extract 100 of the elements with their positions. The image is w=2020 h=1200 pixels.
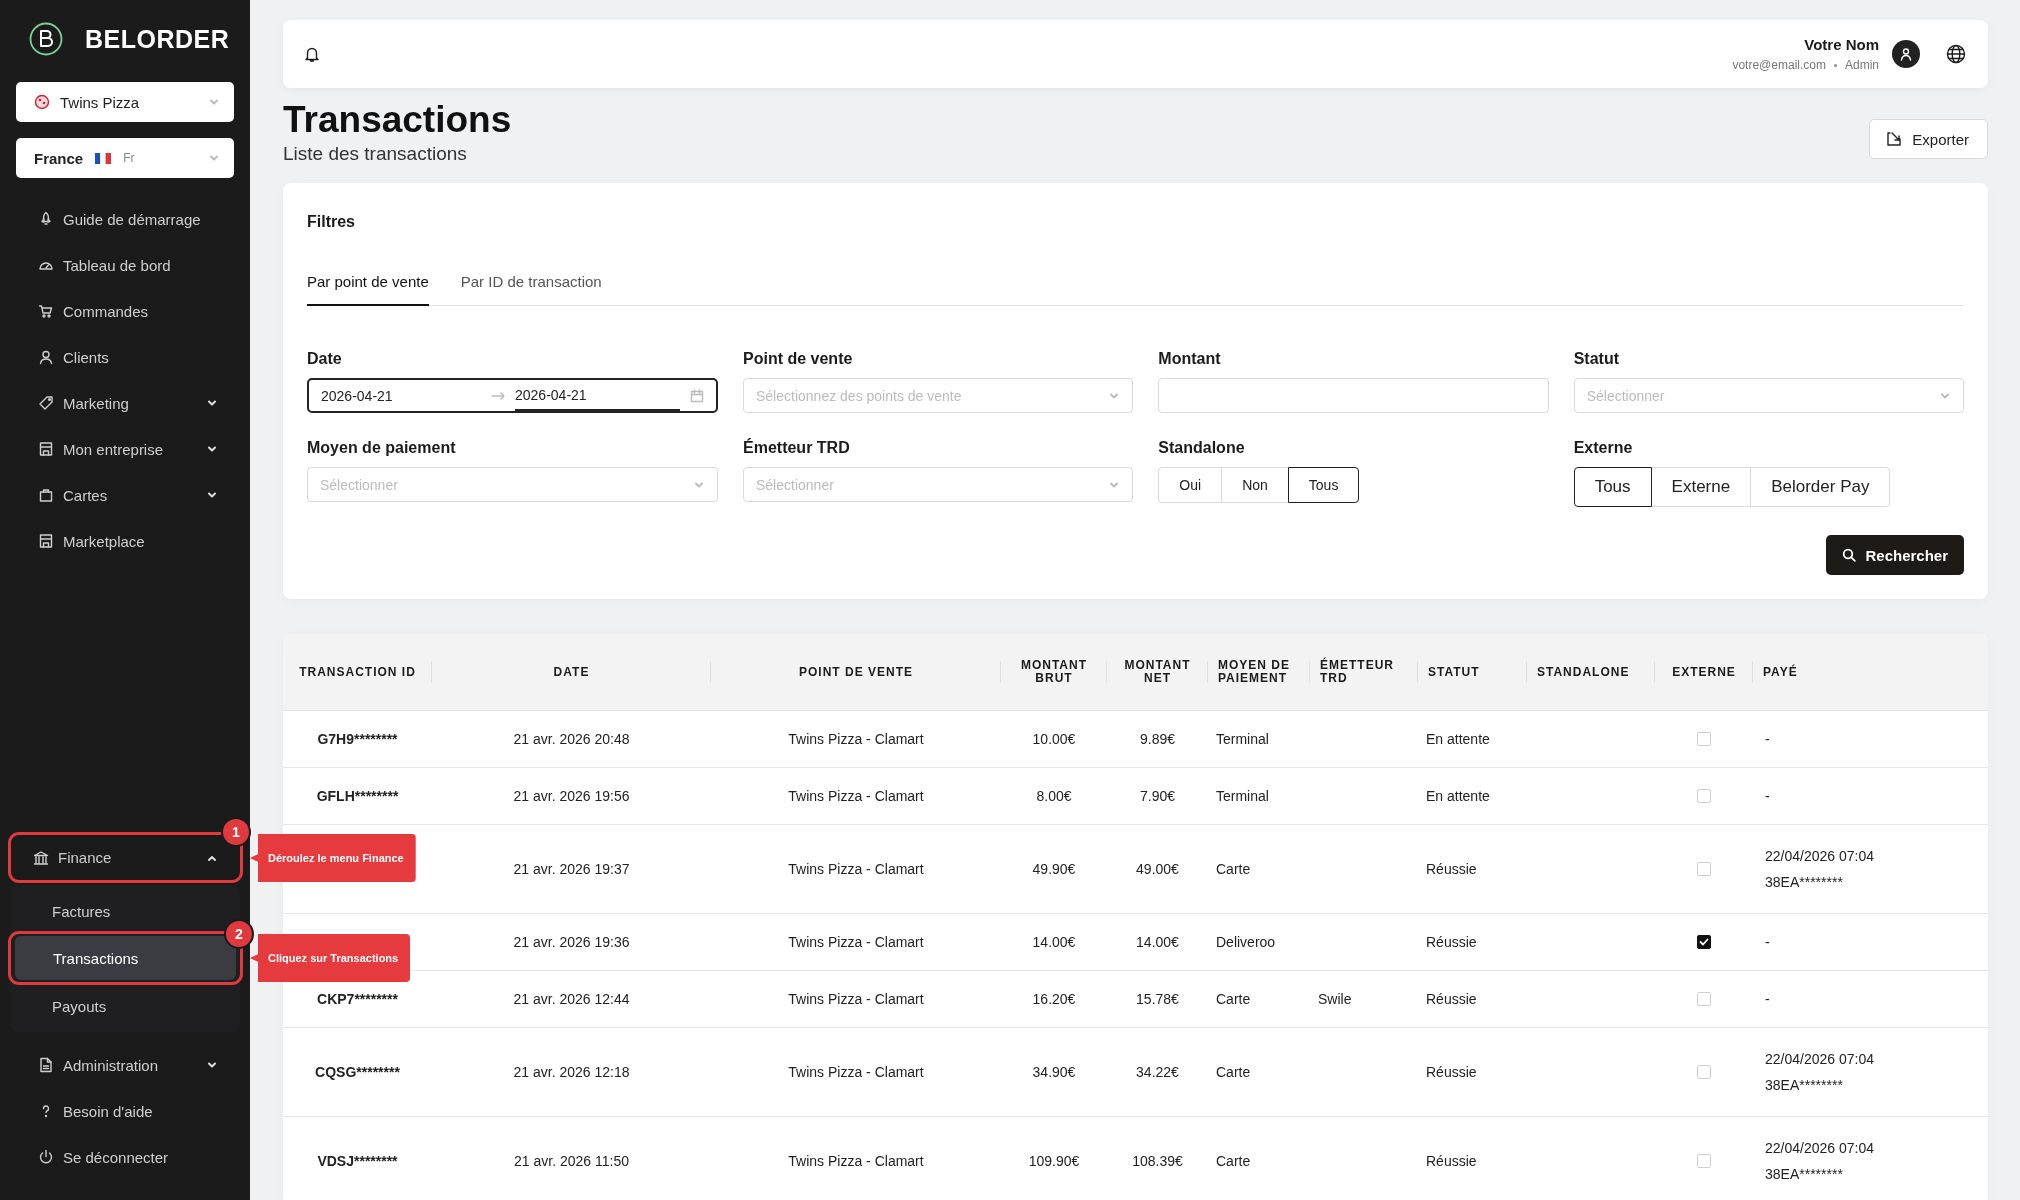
segment-option[interactable]: Externe bbox=[1650, 467, 1752, 507]
nav-item[interactable]: Marketing bbox=[0, 380, 250, 426]
nav-item[interactable]: Cartes bbox=[0, 472, 250, 518]
table-cell-text: - bbox=[1765, 787, 1771, 806]
column-header: MONTANT BRUT bbox=[1020, 658, 1088, 685]
field-label: Moyen de paiement bbox=[307, 439, 457, 457]
column-header: MONTANT NET bbox=[1124, 658, 1191, 685]
table-cell: Twins Pizza - Clamart bbox=[788, 731, 924, 747]
field-label: Standalone bbox=[1158, 439, 1246, 457]
search-icon bbox=[1842, 548, 1857, 562]
date-range-field[interactable]: 2026-04-21 2026-04-21 bbox=[307, 378, 718, 413]
globe-icon[interactable] bbox=[1946, 44, 1966, 64]
field-label: Émetteur TRD bbox=[743, 439, 851, 457]
user-icon bbox=[1899, 47, 1913, 61]
flag-icon bbox=[95, 152, 112, 164]
table-cell: Twins Pizza - Clamart bbox=[788, 861, 924, 877]
filter-tab[interactable]: Par ID de transaction bbox=[460, 273, 602, 306]
nav-item[interactable]: Mon entreprise bbox=[0, 426, 250, 472]
column-header: MOYEN DE PAIEMENT bbox=[1218, 658, 1290, 685]
field-label: Externe bbox=[1573, 439, 1634, 457]
page-subtitle: Liste des transactions bbox=[283, 143, 468, 165]
rocket-icon bbox=[38, 211, 54, 227]
table-cell-text: 38EA******** bbox=[1765, 1165, 1844, 1184]
nav-item[interactable]: Besoin d'aide bbox=[0, 1088, 250, 1134]
table-cell-text: 22/04/2026 07:04 bbox=[1765, 847, 1875, 866]
table-cell: 109.90€ bbox=[1028, 1153, 1080, 1169]
table-cell-text: - bbox=[1765, 990, 1771, 1009]
nav-item[interactable]: Marketplace bbox=[0, 518, 250, 564]
table-cell: Carte bbox=[1216, 1153, 1251, 1169]
table-cell: Twins Pizza - Clamart bbox=[788, 934, 924, 950]
table-cell: Twins Pizza - Clamart bbox=[788, 991, 924, 1007]
column-header: POINT DE VENTE bbox=[799, 664, 913, 679]
column-header: STATUT bbox=[1428, 664, 1480, 679]
table-cell: 21 avr. 2026 12:44 bbox=[513, 991, 630, 1007]
table-cell: 14.00€ bbox=[1136, 934, 1179, 950]
table-cell: Réussie bbox=[1426, 991, 1477, 1007]
table-cell: 34.90€ bbox=[1032, 1064, 1076, 1080]
table-cell: CKP7******** bbox=[317, 991, 398, 1007]
table-cell: 49.90€ bbox=[1032, 861, 1076, 877]
arrow-right-icon bbox=[491, 390, 505, 401]
tag-icon bbox=[38, 395, 54, 411]
nav-item[interactable]: Tableau de bord bbox=[0, 242, 250, 288]
bag-icon bbox=[38, 487, 54, 503]
field-label: Montant bbox=[1158, 350, 1222, 368]
document-icon bbox=[38, 1057, 54, 1073]
export-button[interactable]: Exporter bbox=[1869, 119, 1988, 159]
filter-tab[interactable]: Par point de vente bbox=[307, 273, 429, 306]
search-button[interactable]: Rechercher bbox=[1826, 535, 1964, 575]
table-cell: Carte bbox=[1216, 861, 1251, 877]
table-cell: CQSG******** bbox=[315, 1064, 400, 1080]
table-cell: G7H9******** bbox=[317, 731, 398, 747]
section-title: Filtres bbox=[307, 213, 356, 231]
input-field[interactable] bbox=[1158, 378, 1549, 413]
table-cell: Twins Pizza - Clamart bbox=[788, 1064, 924, 1080]
check-icon bbox=[1699, 937, 1709, 947]
segment-option[interactable]: Oui bbox=[1158, 467, 1223, 503]
column-header: TRANSACTION ID bbox=[299, 664, 416, 679]
table-cell-text: - bbox=[1765, 730, 1771, 749]
calendar-icon bbox=[690, 388, 704, 403]
table-cell: 21 avr. 2026 11:50 bbox=[514, 1153, 629, 1169]
segment-option[interactable]: Tous bbox=[1287, 467, 1360, 503]
column-header: STANDALONE bbox=[1537, 664, 1630, 679]
nav-item[interactable]: Clients bbox=[0, 334, 250, 380]
country-select[interactable]: France Fr bbox=[16, 138, 234, 178]
cart-icon bbox=[38, 303, 54, 319]
bank-icon bbox=[33, 849, 49, 866]
column-header: ÉMETTEUR TRD bbox=[1320, 658, 1394, 685]
pizza-icon bbox=[34, 94, 50, 110]
segment-option[interactable]: Belorder Pay bbox=[1750, 467, 1891, 507]
table-cell: Terminal bbox=[1216, 731, 1269, 747]
table-cell: 8.00€ bbox=[1036, 788, 1072, 804]
nav-item[interactable]: Se déconnecter bbox=[0, 1134, 250, 1180]
table-cell: 16.20€ bbox=[1032, 991, 1076, 1007]
power-icon bbox=[38, 1149, 54, 1165]
nav-item[interactable]: Commandes bbox=[0, 288, 250, 334]
table-cell: GFLH******** bbox=[316, 788, 399, 804]
table-cell-text: - bbox=[1765, 933, 1771, 952]
table-cell: 9.89€ bbox=[1139, 731, 1175, 747]
table-cell: En attente bbox=[1426, 788, 1490, 804]
user-name: Votre Nom bbox=[1804, 36, 1879, 53]
table-cell: 21 avr. 2026 19:56 bbox=[513, 788, 630, 804]
page-title: Transactions bbox=[283, 98, 512, 142]
step-badge: 2 bbox=[224, 919, 254, 949]
user-icon bbox=[38, 349, 54, 365]
nav-item[interactable]: Administration bbox=[0, 1042, 250, 1088]
checkbox[interactable] bbox=[1697, 935, 1711, 949]
table-cell: Réussie bbox=[1426, 1064, 1477, 1080]
export-icon bbox=[1886, 131, 1903, 147]
segment-option[interactable]: Tous bbox=[1573, 467, 1652, 507]
table-cell-text: 22/04/2026 07:04 bbox=[1765, 1139, 1875, 1158]
store-select[interactable]: Twins Pizza bbox=[16, 82, 234, 122]
table-cell: 7.90€ bbox=[1139, 788, 1175, 804]
table-cell: 108.39€ bbox=[1132, 1153, 1183, 1169]
segment-option[interactable]: Non bbox=[1221, 467, 1289, 503]
submenu-item[interactable]: Transactions bbox=[15, 936, 236, 980]
table-cell: 34.22€ bbox=[1136, 1064, 1179, 1080]
submenu-item[interactable]: Payouts bbox=[14, 984, 236, 1028]
user-email: votre@email.com bbox=[1732, 58, 1826, 72]
user-role: Admin bbox=[1845, 58, 1879, 72]
nav-item[interactable]: Guide de démarrage bbox=[0, 196, 250, 242]
